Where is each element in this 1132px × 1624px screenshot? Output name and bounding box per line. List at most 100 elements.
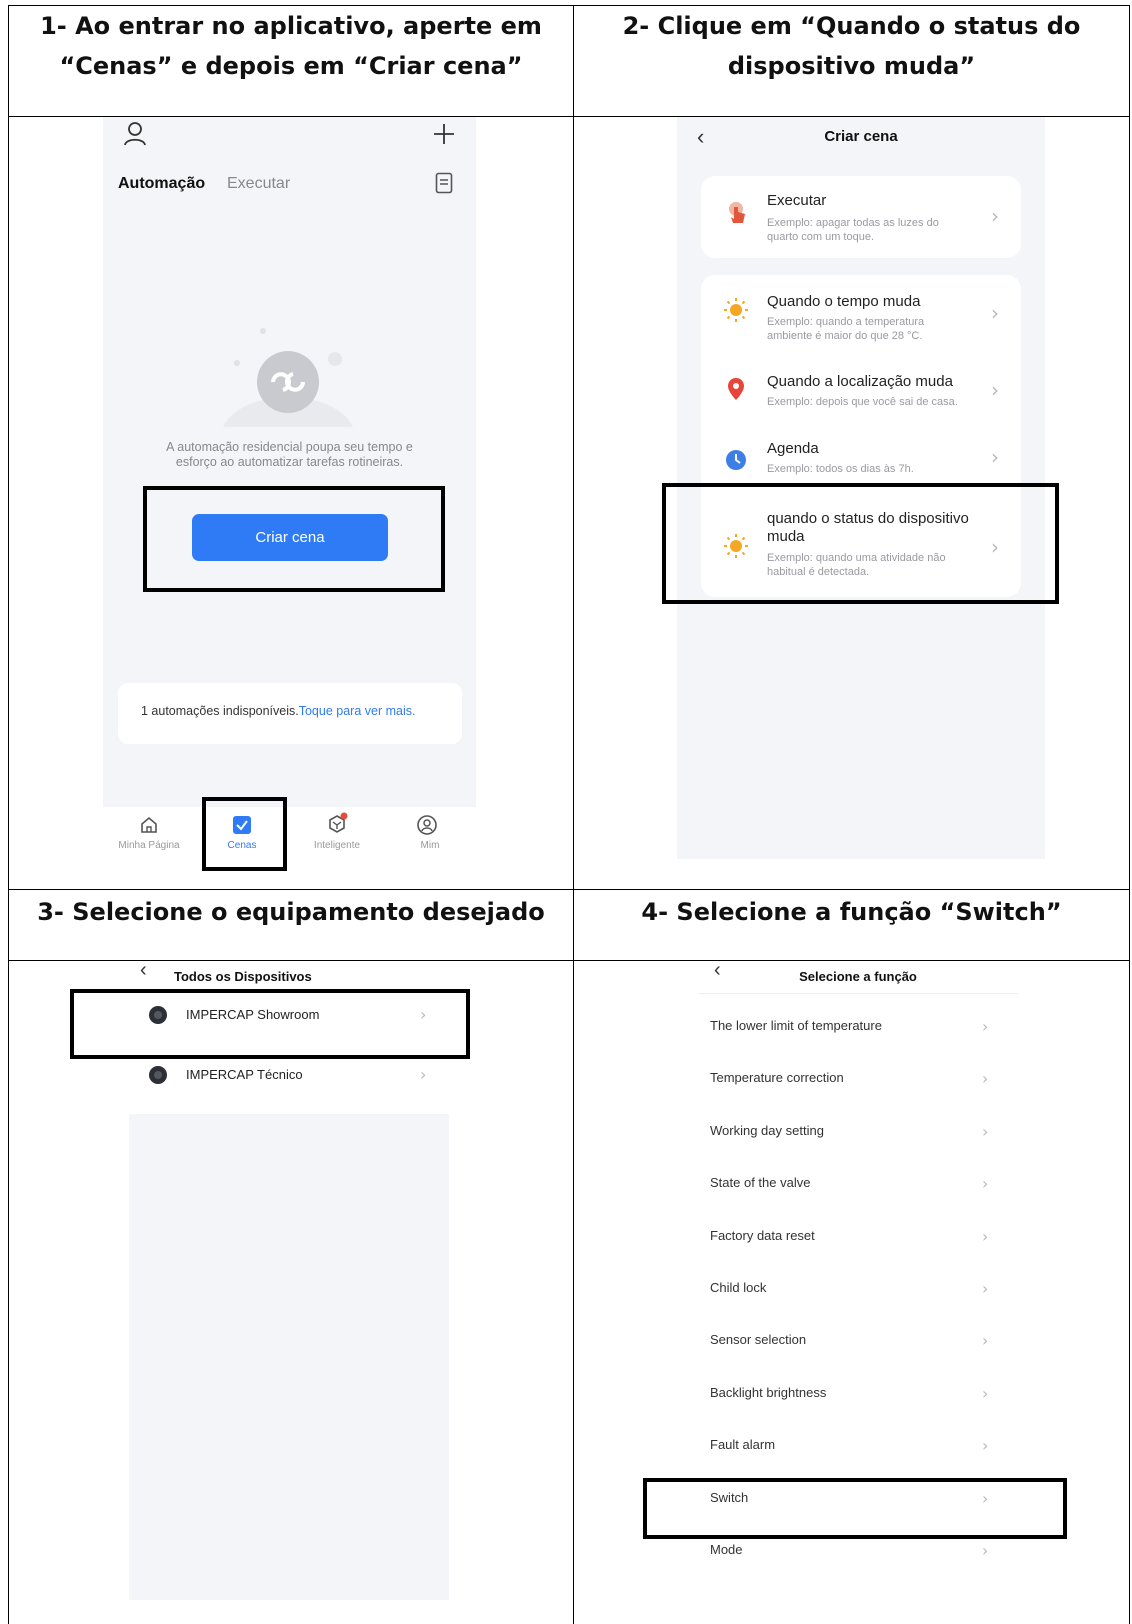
clock-icon (726, 450, 746, 470)
step-2-title-line1: 2- Clique em “Quando o status do (622, 12, 1081, 40)
unavailable-count-text: 1 automações indisponíveis. (141, 704, 299, 718)
execute-subtitle: Exemplo: apagar todas as luzes do quarto… (767, 216, 939, 244)
step-2-title: 2- Clique em “Quando o status do disposi… (574, 6, 1129, 86)
highlight-create-scene (143, 486, 445, 592)
create-scene-title: Criar cena (824, 128, 898, 145)
empty-state-line2: esforço ao automatizar tarefas rotineira… (175, 455, 404, 469)
step-1-title-line2: “Cenas” e depois em “Criar cena” (59, 52, 523, 80)
device-row[interactable]: IMPERCAP Técnico › (70, 1051, 473, 1111)
function-label: Temperature correction (710, 1070, 844, 1086)
table-border-center (573, 5, 574, 1624)
nav-home-label: Minha Página (118, 840, 180, 851)
home-icon[interactable] (139, 815, 159, 835)
header-divider (698, 993, 1018, 994)
table-border-left (8, 5, 9, 1624)
schedule-subtitle: Exemplo: todos os dias às 7h. (767, 463, 914, 475)
chevron-right-icon: › (982, 1331, 989, 1351)
function-row[interactable]: State of the valve › (698, 1160, 1018, 1212)
location-subtitle: Exemplo: depois que você sai de casa. (767, 396, 958, 408)
smart-icon[interactable] (325, 812, 349, 836)
empty-state-text: A automação residencial poupa seu tempo … (103, 440, 476, 470)
chevron-right-icon: › (982, 1069, 989, 1089)
function-row[interactable]: The lower limit of temperature › (698, 1003, 1018, 1055)
highlight-device-status (662, 483, 1059, 604)
execute-sub-line1: Exemplo: apagar todas as luzes do (767, 217, 939, 229)
chevron-right-icon: › (982, 1121, 989, 1141)
execute-title: Executar (767, 192, 827, 209)
function-label: The lower limit of temperature (710, 1018, 882, 1033)
chevron-right-icon: › (982, 1279, 989, 1298)
devices-empty-area (129, 1114, 449, 1600)
screenshot-scenes: Automação Executar A automação residenci… (103, 117, 476, 807)
execute-sub-line2: quarto com um toque. (767, 231, 875, 243)
chevron-right-icon: › (991, 301, 999, 325)
see-more-link[interactable]: Toque para ver mais. (299, 704, 416, 718)
function-label: Working day setting (710, 1122, 824, 1138)
log-icon[interactable] (435, 172, 453, 194)
chevron-right-icon: › (991, 445, 999, 469)
execute-card[interactable]: Executar Exemplo: apagar todas as luzes … (701, 176, 1021, 258)
chevron-right-icon: › (991, 378, 999, 402)
unavailable-automations-card[interactable]: 1 automações indisponíveis.Toque para ve… (118, 683, 462, 744)
chevron-right-icon: › (982, 1017, 989, 1036)
step-1-title: 1- Ao entrar no aplicativo, aperte em “C… (9, 6, 573, 86)
location-pin-icon (728, 378, 744, 400)
device-name: IMPERCAP Técnico (186, 1067, 303, 1082)
function-row[interactable]: Sensor selection › (698, 1317, 1018, 1369)
user-icon[interactable] (123, 121, 147, 147)
weather-sub-line2: ambiente é maior do que 28 °C. (767, 330, 923, 342)
profile-icon[interactable] (416, 814, 438, 836)
automation-illustration-icon (223, 328, 353, 427)
chevron-right-icon: › (982, 1541, 989, 1560)
table-row-divider (8, 889, 1130, 890)
location-title: Quando a localização muda (767, 373, 953, 390)
chevron-right-icon: › (991, 204, 999, 228)
weather-sub-line1: Exemplo: quando a temperatura (767, 316, 925, 328)
weather-title: Quando o tempo muda (767, 293, 921, 310)
function-row[interactable]: Child lock › (698, 1265, 1018, 1317)
function-label: Child lock (710, 1280, 767, 1295)
nav-smart-label: Inteligente (313, 840, 361, 851)
chevron-right-icon: › (982, 1383, 989, 1403)
option-weather[interactable]: Quando o tempo muda Exemplo: quando a te… (701, 275, 1021, 355)
option-location[interactable]: Quando a localização muda Exemplo: depoi… (701, 355, 1021, 425)
tab-automation[interactable]: Automação (118, 175, 205, 193)
function-row[interactable]: Working day setting › (698, 1108, 1018, 1160)
touch-icon (729, 202, 745, 223)
chevron-right-icon: › (982, 1226, 989, 1246)
back-icon[interactable]: ‹ (140, 959, 147, 982)
function-label: Factory data reset (710, 1227, 815, 1243)
highlight-device-row (70, 989, 470, 1059)
chevron-right-icon: › (420, 1065, 427, 1084)
empty-state-line1: A automação residencial poupa seu tempo … (166, 440, 413, 454)
bottom-nav: Minha Página Cenas Inteligente Mim (103, 807, 476, 867)
function-row[interactable]: Backlight brightness › (698, 1370, 1018, 1422)
thermostat-device-icon (149, 1066, 167, 1084)
chevron-right-icon: › (982, 1174, 989, 1194)
sun-icon (724, 298, 748, 322)
function-label: Backlight brightness (710, 1384, 827, 1400)
function-label: Mode (710, 1542, 743, 1557)
step-3-title: 3- Selecione o equipamento desejado (37, 898, 545, 926)
function-label: Fault alarm (710, 1437, 776, 1453)
step-2-title-line2: dispositivo muda” (727, 52, 976, 80)
step-1-title-line1: 1- Ao entrar no aplicativo, aperte em (40, 12, 542, 40)
add-icon[interactable] (433, 123, 455, 145)
function-row[interactable]: Temperature correction › (698, 1055, 1018, 1107)
all-devices-title: Todos os Dispositivos (174, 969, 312, 984)
function-label: State of the valve (710, 1175, 811, 1191)
table-border-right (1129, 5, 1130, 1624)
step-4-title: 4- Selecione a função “Switch” (641, 898, 1062, 926)
schedule-title: Agenda (767, 440, 819, 457)
chevron-right-icon: › (982, 1436, 989, 1456)
highlight-scenes-tab (202, 797, 287, 871)
unavailable-text: 1 automações indisponíveis.Toque para ve… (141, 704, 415, 718)
function-row[interactable]: Factory data reset › (698, 1213, 1018, 1265)
tab-execute[interactable]: Executar (227, 175, 290, 193)
nav-me-label: Mim (420, 840, 440, 851)
weather-subtitle: Exemplo: quando a temperatura ambiente é… (767, 315, 924, 343)
highlight-switch (643, 1478, 1067, 1539)
select-function-title: Selecione a função (799, 969, 917, 984)
function-row[interactable]: Fault alarm › (698, 1422, 1018, 1474)
function-label: Sensor selection (710, 1332, 807, 1348)
